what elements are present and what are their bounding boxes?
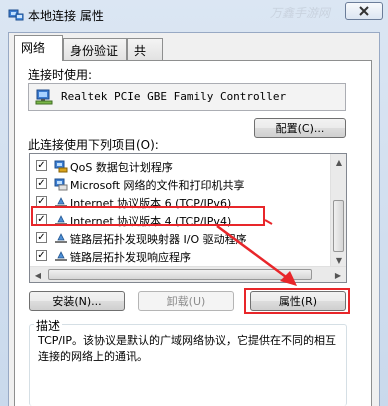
list-item-label: 链路层拓扑发现响应程序	[70, 251, 191, 264]
network-connection-icon	[8, 9, 24, 21]
properties-button-label: 属性(R)	[278, 295, 318, 308]
uninstall-button[interactable]: 卸载(U)	[138, 291, 234, 311]
description-title: 描述	[34, 317, 63, 334]
scroll-left-arrow-icon[interactable]: ◀	[30, 267, 46, 282]
uninstall-button-label: 卸载(U)	[166, 295, 206, 308]
list-item-label: 链路层拓扑发现映射器 I/O 驱动程序	[70, 233, 247, 246]
window-title: 本地连接 属性	[28, 9, 104, 23]
list-item-label: Microsoft 网络的文件和打印机共享	[70, 179, 245, 192]
scroll-up-arrow-icon[interactable]: ▲	[331, 154, 346, 170]
protocol-icon	[55, 251, 67, 261]
close-button[interactable]	[345, 2, 383, 20]
configure-button[interactable]: 配置(C)...	[254, 118, 346, 138]
protocol-icon	[55, 215, 67, 225]
network-share-icon	[54, 178, 68, 191]
vertical-scrollbar[interactable]: ▲ ▼	[330, 154, 346, 268]
list-item-label: Internet 协议版本 6 (TCP/IPv6)	[70, 197, 232, 210]
install-button-label: 安装(N)...	[52, 295, 102, 308]
scroll-right-arrow-icon[interactable]: ▶	[330, 267, 346, 282]
connect-using-label: 连接时使用:	[28, 68, 93, 82]
checkbox-qos[interactable]: ✓	[36, 160, 47, 171]
horizontal-scroll-thumb[interactable]	[48, 269, 312, 280]
watermark-text: 万鑫手游网	[270, 6, 331, 20]
title-bar[interactable]: 本地连接 属性 万鑫手游网	[0, 0, 388, 30]
list-item[interactable]: ✓ Internet 协议版本 4 (TCP/IPv4)	[34, 212, 330, 229]
qos-icon	[54, 160, 68, 173]
list-item[interactable]: ✓ QoS 数据包计划程序	[34, 158, 330, 175]
list-item-label: QoS 数据包计划程序	[70, 161, 173, 174]
list-item[interactable]: ✓ Microsoft 网络的文件和打印机共享	[34, 176, 330, 193]
list-item[interactable]: ✓ Internet 协议版本 6 (TCP/IPv6)	[34, 194, 330, 211]
checkbox-file-sharing[interactable]: ✓	[36, 178, 47, 189]
checkbox-ipv4[interactable]: ✓	[36, 214, 47, 225]
properties-dialog: 本地连接 属性 万鑫手游网 网络 身份验证 共享 连接时使用: Realtek …	[0, 0, 388, 406]
tab-authentication-label: 身份验证	[70, 44, 119, 58]
adapter-name: Realtek PCIe GBE Family Controller	[61, 90, 287, 103]
tab-authentication[interactable]: 身份验证	[63, 38, 127, 60]
items-section-label: 此连接使用下列项目(O):	[28, 138, 159, 152]
checkbox-ipv6[interactable]: ✓	[36, 196, 47, 207]
network-adapter-icon	[35, 89, 53, 105]
tab-network-label: 网络	[21, 41, 46, 55]
adapter-field: Realtek PCIe GBE Family Controller	[28, 83, 346, 111]
tab-sharing[interactable]: 共享	[127, 38, 163, 75]
description-text: TCP/IP。该协议是默认的广域网络协议，它提供在不同的相互连接的网络上的通讯。	[38, 334, 336, 363]
install-button[interactable]: 安装(N)...	[29, 291, 125, 311]
protocol-icon	[55, 197, 67, 207]
properties-button[interactable]: 属性(R)	[250, 291, 346, 311]
tab-network[interactable]: 网络	[14, 35, 63, 61]
horizontal-scrollbar[interactable]: ◀ ▶	[30, 266, 346, 282]
vertical-scroll-thumb[interactable]	[333, 200, 344, 252]
checkbox-lltd-responder[interactable]: ✓	[36, 250, 47, 261]
list-item[interactable]: ✓ 链路层拓扑发现响应程序	[34, 248, 330, 265]
protocol-list[interactable]: ✓ QoS 数据包计划程序 ✓ Microsoft 网络的文件和打印机共享 ✓	[29, 153, 347, 283]
list-item[interactable]: ✓ 链路层拓扑发现映射器 I/O 驱动程序	[34, 230, 330, 247]
checkbox-lltd-mapper[interactable]: ✓	[36, 232, 47, 243]
protocol-icon	[55, 233, 67, 243]
close-icon	[359, 6, 369, 16]
configure-button-label: 配置(C)...	[275, 122, 325, 135]
list-item-label: Internet 协议版本 4 (TCP/IPv4)	[70, 215, 232, 228]
